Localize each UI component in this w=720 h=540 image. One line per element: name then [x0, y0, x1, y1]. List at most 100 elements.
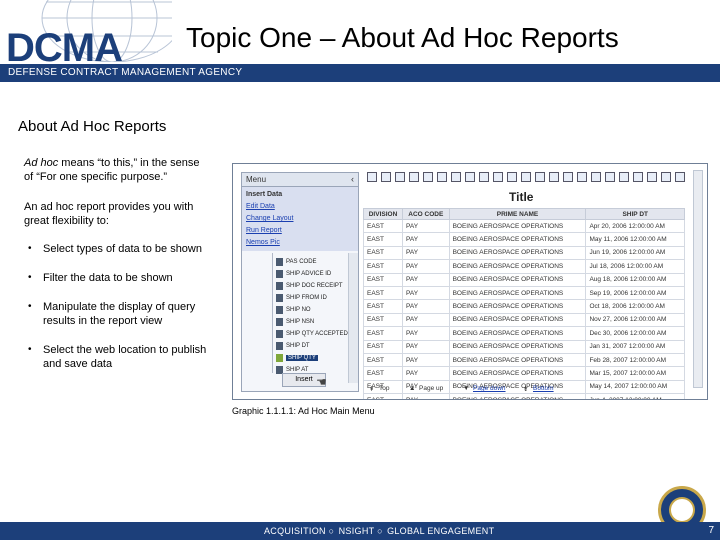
grid-scrollbar[interactable] [693, 170, 703, 388]
table-row[interactable]: EAST PAY BOEING AEROSPACE OPERATIONS Dec 30… [362, 326, 685, 341]
table-cell: PAY [402, 326, 450, 341]
table-cell: EAST [362, 245, 404, 261]
table-row[interactable]: EAST PAY BOEING AEROSPACE OPERATIONS Aug 18… [362, 272, 685, 287]
table-row[interactable]: EAST PAY BOEING AEROSPACE OPERATIONS Jul 18… [362, 259, 685, 274]
column-header[interactable]: DIVISION [362, 208, 404, 220]
menu-link-edit-data[interactable]: Edit Data [246, 201, 354, 213]
hand-cursor-icon: ☚ [316, 375, 327, 389]
menu-link-run-report[interactable]: Run Report [246, 225, 354, 237]
tree-item[interactable]: SHIP QTY ACCEPTED [276, 329, 348, 339]
table-row[interactable]: EAST PAY BOEING AEROSPACE OPERATIONS Sep 19… [362, 285, 685, 301]
table-cell: EAST [362, 259, 404, 274]
table-row[interactable]: EAST PAY BOEING AEROSPACE OPERATIONS Oct 18… [362, 299, 685, 314]
save-icon[interactable] [381, 172, 391, 182]
table-cell: Feb 28, 2007 12:00:00 AM [585, 352, 685, 368]
table-cell: PAY [402, 299, 450, 314]
table-cell: PAY [402, 259, 450, 274]
report-grid: DIVISION ACO CODE PRIME NAME SHIP DT EAS… [362, 208, 685, 399]
collapse-icon[interactable]: ‹ [351, 174, 354, 184]
grid-header-row: DIVISION ACO CODE PRIME NAME SHIP DT [362, 208, 685, 220]
view-icon[interactable] [675, 172, 685, 182]
field-icon [276, 318, 283, 326]
menu-scrollbar[interactable] [348, 253, 358, 383]
print-icon[interactable] [409, 172, 419, 182]
pager-page-down[interactable]: Page down [473, 385, 506, 392]
tree-item[interactable]: SHIP DT [276, 341, 310, 351]
table-cell: BOEING AEROSPACE OPERATIONS [448, 259, 587, 274]
sort-icon[interactable] [437, 172, 447, 182]
table-row[interactable]: EAST PAY BOEING AEROSPACE OPERATIONS Jan 31… [362, 339, 685, 354]
table-cell: Jan 31, 2007 12:00:00 AM [585, 339, 685, 354]
options-icon[interactable] [661, 172, 671, 182]
footer-tagline: ACQUISITION ○ NSIGHT ○ GLOBAL ENGAGEMENT [264, 526, 495, 536]
properties-icon[interactable] [647, 172, 657, 182]
intro-line4: great flexibility to: [24, 215, 109, 227]
tree-item[interactable]: SHIP NO [276, 305, 311, 315]
columns-icon[interactable] [591, 172, 601, 182]
bottom-icon: ⇟ [523, 386, 529, 393]
new-icon[interactable] [367, 172, 377, 182]
excel-icon[interactable] [549, 172, 559, 182]
table-cell: Jun 19, 2006 12:00:00 AM [585, 245, 685, 261]
menu-link-change-layout[interactable]: Change Layout [246, 213, 354, 225]
field-icon [276, 258, 283, 266]
pager-top[interactable]: Top [379, 385, 389, 392]
table-cell: Sep 19, 2006 12:00:00 AM [585, 285, 685, 301]
redo-icon[interactable] [479, 172, 489, 182]
column-header[interactable]: SHIP DT [585, 208, 685, 220]
field-icon [276, 294, 283, 302]
table-cell: EAST [362, 366, 404, 381]
menu-header: Menu ‹ [242, 173, 358, 187]
tree-item-selected[interactable]: SHIP QTY [276, 353, 318, 363]
field-icon [276, 354, 283, 362]
chart-icon[interactable] [493, 172, 503, 182]
column-header[interactable]: PRIME NAME [448, 208, 587, 220]
bullet-icon: • [28, 344, 32, 355]
table-cell: BOEING AEROSPACE OPERATIONS [448, 272, 587, 287]
table-row[interactable]: EAST PAY BOEING AEROSPACE OPERATIONS Feb 28… [362, 352, 685, 368]
bullet-icon: • [28, 243, 32, 254]
format-icon[interactable] [535, 172, 545, 182]
filter-icon[interactable] [423, 172, 433, 182]
table-cell: BOEING AEROSPACE OPERATIONS [448, 312, 587, 328]
details-icon[interactable] [633, 172, 643, 182]
cut-icon[interactable] [451, 172, 461, 182]
intro-line2: of “For one specific purpose.” [24, 171, 168, 183]
table-row[interactable]: EAST PAY BOEING AEROSPACE OPERATIONS Apr 20… [362, 218, 685, 234]
layout-icon[interactable] [577, 172, 587, 182]
pager-page-up[interactable]: Page up [419, 385, 443, 392]
table-cell: BOEING AEROSPACE OPERATIONS [448, 339, 587, 354]
calc-icon[interactable] [521, 172, 531, 182]
menu-link-nemos-pic[interactable]: Nemos Pic [246, 237, 354, 249]
table-row[interactable]: EAST PAY BOEING AEROSPACE OPERATIONS Jun 19… [362, 245, 685, 261]
menu-link-insert-data[interactable]: Insert Data [246, 189, 354, 201]
pivot-icon[interactable] [507, 172, 517, 182]
footer-dot-icon: ○ [328, 526, 335, 536]
tree-item[interactable]: PAS CODE [276, 257, 317, 267]
undo-icon[interactable] [465, 172, 475, 182]
bullet-item: Filter the data to be shown [43, 272, 173, 284]
field-tree: PAS CODE SHIP ADVICE ID SHIP DOC RECEIPT… [242, 253, 348, 374]
page-number: 7 [708, 525, 714, 536]
table-row[interactable]: EAST PAY BOEING AEROSPACE OPERATIONS Nov 27… [362, 312, 685, 328]
field-icon [276, 270, 283, 278]
menu-panel: Menu ‹ Insert Data Edit Data Change Layo… [241, 172, 359, 392]
table-cell: Dec 30, 2006 12:00:00 AM [585, 326, 685, 341]
grid-icon[interactable] [563, 172, 573, 182]
table-icon[interactable] [619, 172, 629, 182]
tree-item[interactable]: SHIP FROM ID [276, 293, 327, 303]
tree-item[interactable]: SHIP DOC RECEIPT [276, 281, 343, 291]
tree-item[interactable]: SHIP NSN [276, 317, 314, 327]
report-toolbar [367, 170, 697, 186]
rows-icon[interactable] [605, 172, 615, 182]
pager-bottom[interactable]: Bottom [533, 385, 554, 392]
table-row[interactable]: EAST PAY BOEING AEROSPACE OPERATIONS May 11… [362, 232, 685, 247]
intro-em: Ad hoc [24, 157, 59, 169]
table-cell: EAST [362, 272, 404, 287]
tree-item[interactable]: SHIP ADVICE ID [276, 269, 331, 279]
table-cell: PAY [402, 312, 450, 328]
table-row[interactable]: EAST PAY BOEING AEROSPACE OPERATIONS Mar 15… [362, 366, 685, 381]
open-icon[interactable] [395, 172, 405, 182]
table-cell: PAY [402, 339, 450, 354]
column-header[interactable]: ACO CODE [402, 208, 450, 220]
